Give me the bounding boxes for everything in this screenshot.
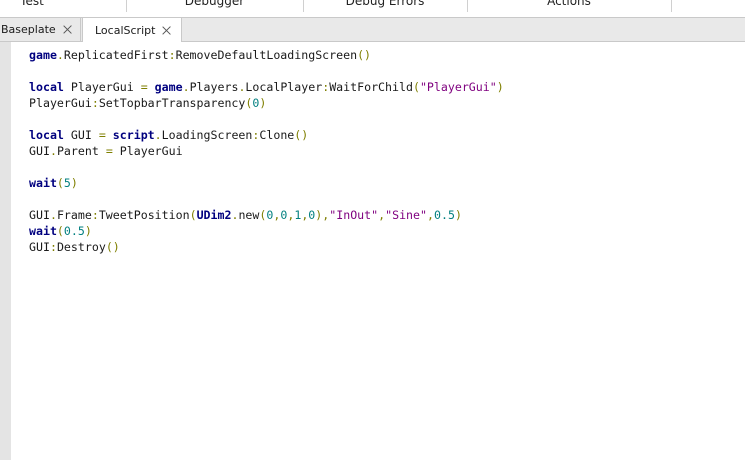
code-line[interactable]: game.ReplicatedFirst:RemoveDefaultLoadin… xyxy=(29,47,504,63)
code-token: : xyxy=(49,240,57,254)
code-token: : xyxy=(168,48,176,62)
code-token: ) xyxy=(496,80,504,94)
script-tab-bar: Baseplate LocalScript xyxy=(0,18,745,42)
code-line[interactable]: local PlayerGui = game.Players.LocalPlay… xyxy=(29,79,504,95)
ribbon-section-debugger[interactable]: Debugger xyxy=(126,0,303,17)
ribbon-section-test[interactable]: Test xyxy=(0,0,126,17)
code-token: 0.5 xyxy=(433,208,455,222)
code-token: ( xyxy=(412,80,420,94)
code-token: "Sine" xyxy=(385,208,427,222)
ribbon-section-label: Test xyxy=(20,0,44,8)
code-token: wait xyxy=(29,176,57,190)
code-token: Players xyxy=(189,80,239,94)
code-line[interactable]: GUI.Parent = PlayerGui xyxy=(29,143,504,159)
code-token: 5 xyxy=(63,176,71,190)
ribbon-section-actions[interactable]: Actions xyxy=(467,0,671,17)
code-token: script xyxy=(112,128,155,142)
code-line[interactable] xyxy=(29,191,504,207)
code-token: Parent xyxy=(56,144,106,158)
code-token: ( xyxy=(56,176,64,190)
code-token: game xyxy=(29,48,57,62)
code-line[interactable]: wait(5) xyxy=(29,175,504,191)
close-icon[interactable] xyxy=(162,26,171,35)
code-token: new xyxy=(238,208,260,222)
code-token: RemoveDefaultLoadingScreen xyxy=(175,48,358,62)
code-token: ReplicatedFirst xyxy=(63,48,169,62)
code-token: , xyxy=(427,208,434,222)
studio-window: Test Debugger Debug Errors Actions Basep… xyxy=(0,0,745,460)
tab-label: LocalScript xyxy=(95,23,156,37)
ribbon-section-debug-errors[interactable]: Debug Errors xyxy=(303,0,467,17)
code-token: ), xyxy=(315,208,330,222)
code-token: Frame xyxy=(56,208,92,222)
code-token: "InOut" xyxy=(329,208,379,222)
code-token: wait xyxy=(29,224,57,238)
code-token: PlayerGui xyxy=(112,144,183,158)
code-token: = xyxy=(98,128,106,142)
code-token: ) xyxy=(259,96,267,110)
tab-localscript[interactable]: LocalScript xyxy=(82,18,182,42)
editor-gutter xyxy=(0,42,11,460)
code-token: . xyxy=(154,128,162,142)
code-token: () xyxy=(357,48,372,62)
code-token: Clone xyxy=(259,128,295,142)
ribbon-section-label: Debug Errors xyxy=(345,0,425,8)
code-line[interactable]: wait(0.5) xyxy=(29,223,504,239)
code-token: LoadingScreen xyxy=(161,128,253,142)
ribbon-toolbar: Test Debugger Debug Errors Actions xyxy=(0,0,745,18)
code-token: : xyxy=(91,96,99,110)
code-token: . xyxy=(49,144,57,158)
code-token: . xyxy=(49,208,57,222)
ribbon-section-label: Actions xyxy=(547,0,591,8)
code-token: WaitForChild xyxy=(329,80,413,94)
code-token: UDim2 xyxy=(196,208,232,222)
code-token: "PlayerGui" xyxy=(419,80,497,94)
code-token: ) xyxy=(454,208,462,222)
code-line[interactable]: GUI:Destroy() xyxy=(29,239,504,255)
code-token: TweetPosition xyxy=(98,208,190,222)
code-line[interactable]: GUI.Frame:TweetPosition(UDim2.new(0,0,1,… xyxy=(29,207,504,223)
code-token: local xyxy=(29,128,64,142)
code-token: local xyxy=(29,80,64,94)
code-line[interactable] xyxy=(29,159,504,175)
code-token: 0.5 xyxy=(63,224,85,238)
ribbon-divider xyxy=(671,0,672,12)
code-area[interactable]: game.ReplicatedFirst:RemoveDefaultLoadin… xyxy=(29,47,504,255)
code-token: Destroy xyxy=(56,240,106,254)
code-token: . xyxy=(182,80,190,94)
code-token: SetTopbarTransparency xyxy=(98,96,246,110)
code-token: ( xyxy=(189,208,197,222)
code-token: = xyxy=(140,80,148,94)
code-token: : xyxy=(91,208,99,222)
code-token: . xyxy=(56,48,64,62)
code-line[interactable]: PlayerGui:SetTopbarTransparency(0) xyxy=(29,95,504,111)
code-token: ) xyxy=(84,224,92,238)
code-token: GUI xyxy=(29,208,50,222)
code-token: () xyxy=(105,240,120,254)
code-token: ) xyxy=(70,176,78,190)
code-line[interactable] xyxy=(29,63,504,79)
code-line[interactable] xyxy=(29,111,504,127)
code-token: = xyxy=(105,144,113,158)
script-editor[interactable]: game.ReplicatedFirst:RemoveDefaultLoadin… xyxy=(0,42,745,460)
close-icon[interactable] xyxy=(63,25,72,34)
code-token: LocalPlayer xyxy=(245,80,323,94)
code-token: () xyxy=(294,128,309,142)
tab-baseplate[interactable]: Baseplate xyxy=(0,18,81,41)
code-token: PlayerGui xyxy=(63,80,141,94)
code-line[interactable]: local GUI = script.LoadingScreen:Clone() xyxy=(29,127,504,143)
code-token: PlayerGui xyxy=(29,96,92,110)
ribbon-section-label: Debugger xyxy=(184,0,245,8)
code-token: game xyxy=(154,80,183,94)
editor-margin xyxy=(11,42,25,460)
code-token: GUI xyxy=(63,128,99,142)
code-token: GUI xyxy=(29,144,50,158)
code-token: GUI xyxy=(29,240,50,254)
code-token: ( xyxy=(56,224,64,238)
tab-label: Baseplate xyxy=(1,23,56,36)
